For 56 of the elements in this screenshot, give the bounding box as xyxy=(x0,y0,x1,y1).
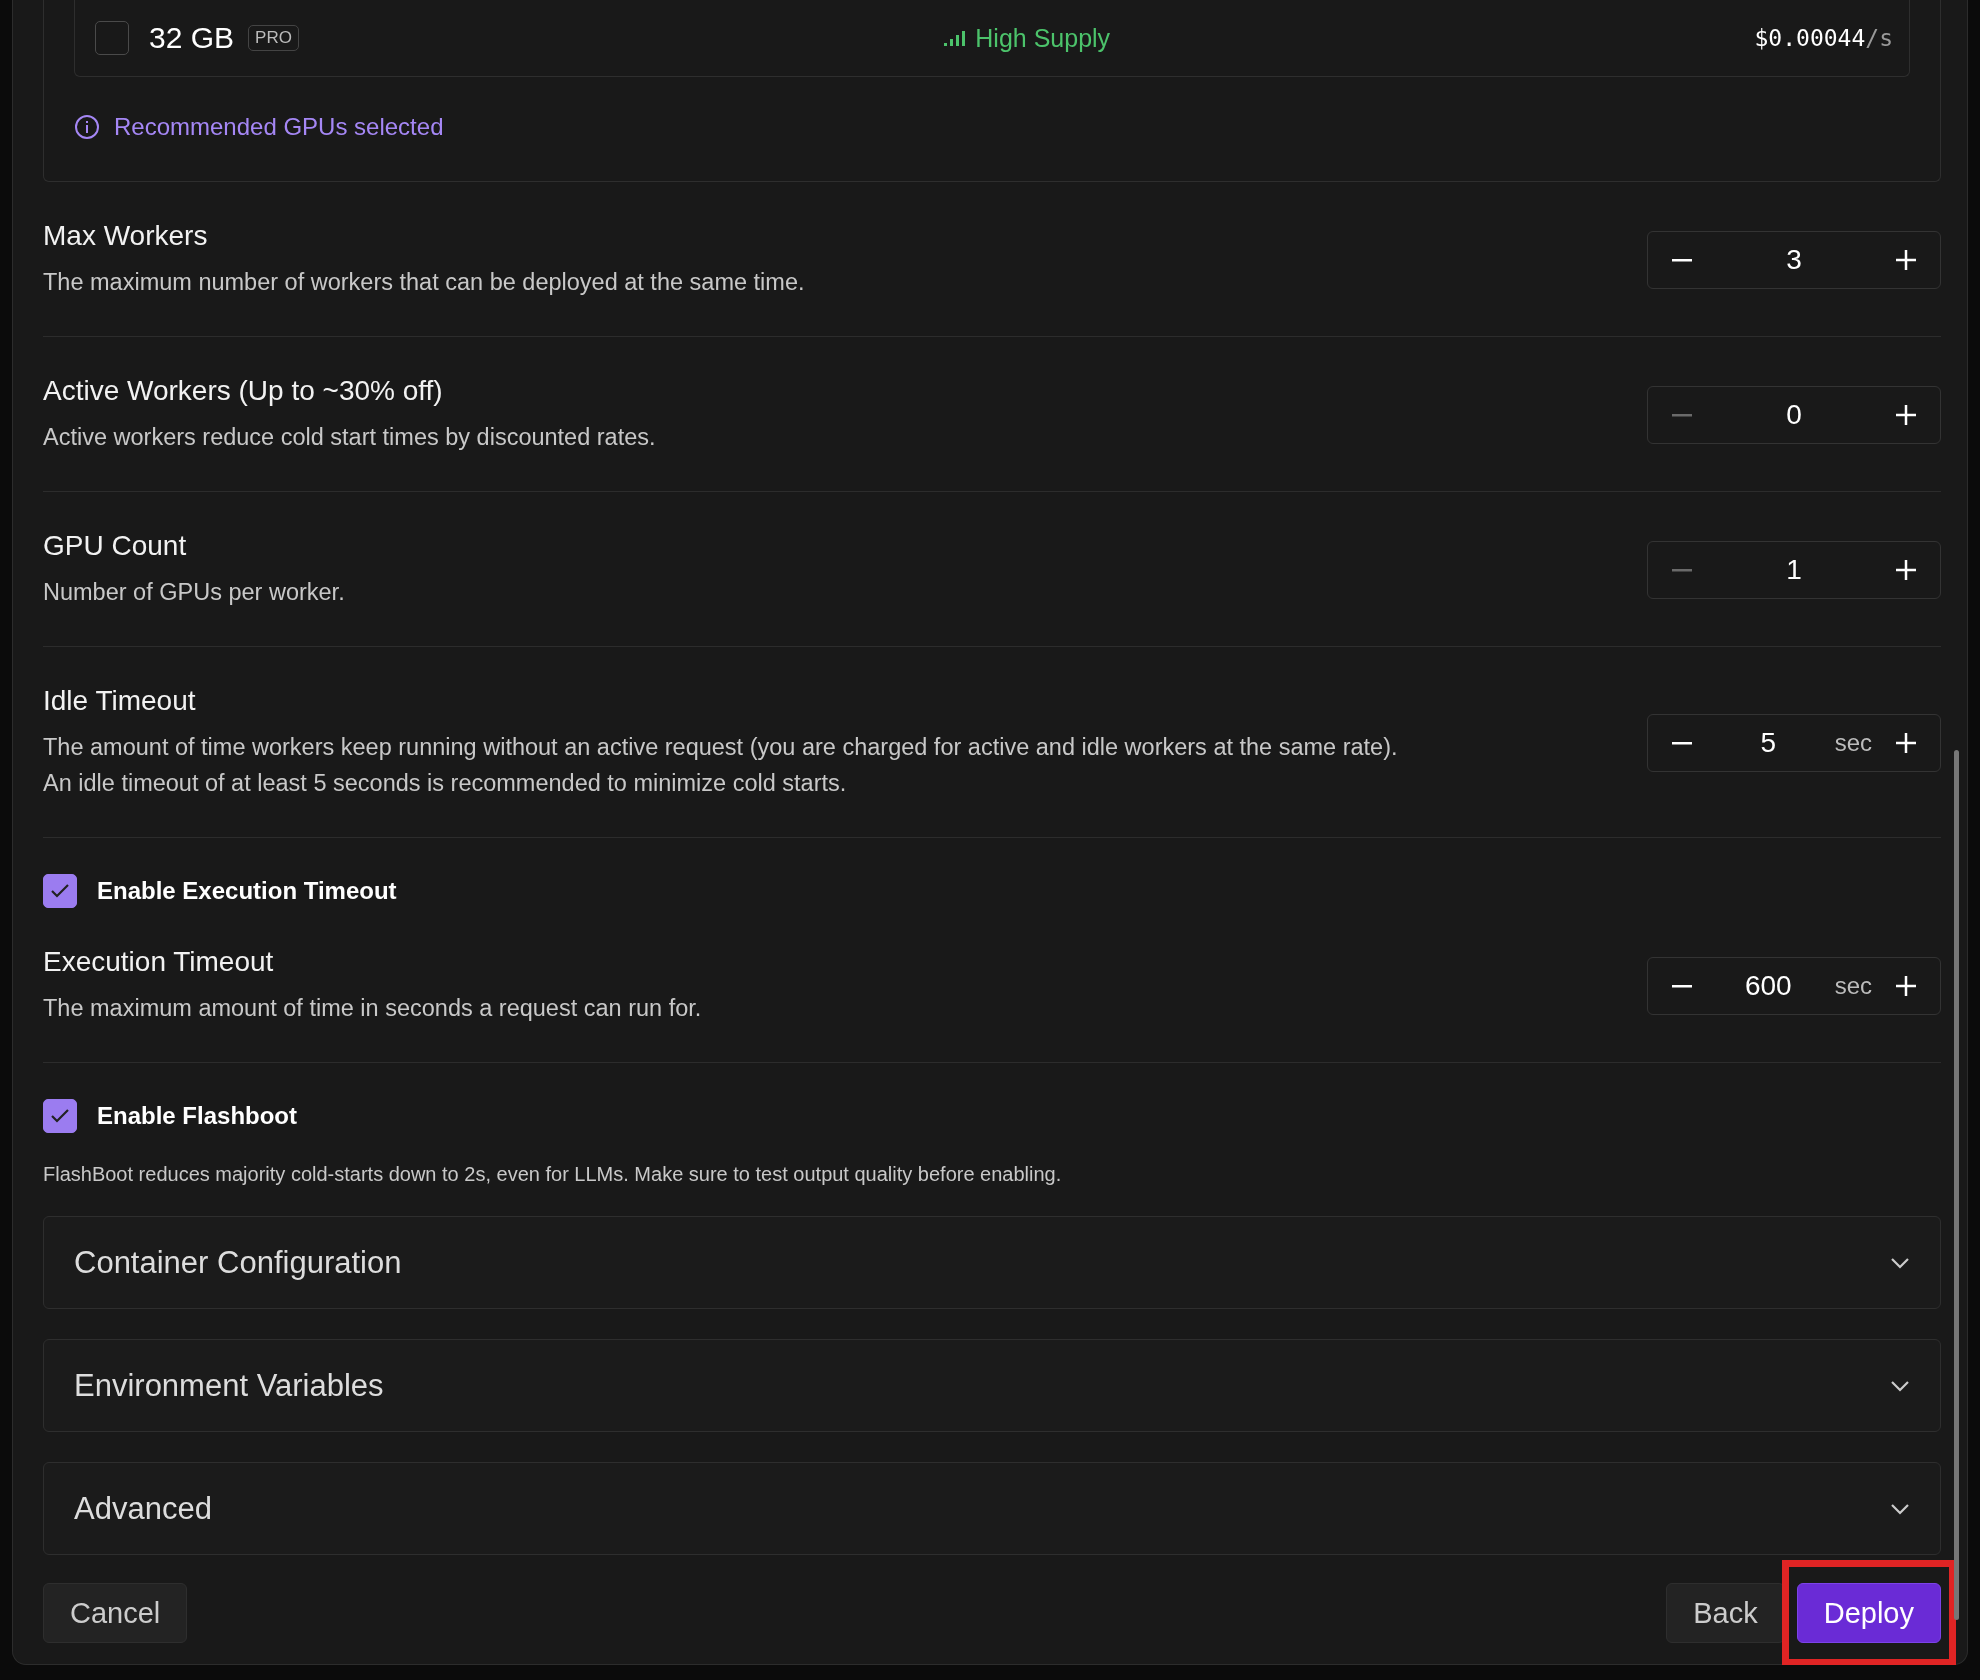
price-unit: /s xyxy=(1865,25,1893,51)
deploy-button[interactable]: Deploy xyxy=(1796,1583,1941,1643)
gpu-memory: 32 GB xyxy=(149,21,235,55)
signal-bars-icon xyxy=(943,29,966,47)
accordion-header[interactable]: Container Configuration xyxy=(43,1216,1941,1309)
setting-title: GPU Count xyxy=(43,530,188,562)
minus-icon xyxy=(1672,413,1692,417)
tier-badge: PRO xyxy=(248,25,299,51)
minus-icon xyxy=(1672,258,1692,262)
setting-description: Number of GPUs per worker. xyxy=(43,578,345,607)
stepper-value: 5 xyxy=(1759,727,1778,759)
supply-status: High Supply xyxy=(975,23,1111,53)
stepper-value: 600 xyxy=(1743,970,1793,1002)
unit-label: sec xyxy=(1834,729,1872,757)
setting-description: The maximum amount of time in seconds a request can run for. xyxy=(43,994,702,1023)
setting-title: Idle Timeout xyxy=(43,685,197,717)
recommendation-note: Recommended GPUs selected xyxy=(114,113,444,141)
plus-icon xyxy=(1896,560,1916,580)
plus-icon xyxy=(1896,976,1916,996)
checkmark-icon xyxy=(50,883,70,899)
info-icon xyxy=(74,114,100,140)
plus-icon xyxy=(1896,405,1916,425)
setting-description: The amount of time workers keep running without an active request (you are charged for active and idle workers at the same rate). An idle timeout of at least 5 seconds is recommended to minimize cold starts. xyxy=(43,733,1398,798)
setting-title: Active Workers (Up to ~30% off) xyxy=(43,375,444,407)
number-stepper[interactable]: 600 sec xyxy=(1647,957,1941,1015)
unit-label: sec xyxy=(1834,972,1872,1000)
number-stepper[interactable]: 3 xyxy=(1647,231,1941,289)
checkmark-icon xyxy=(50,1108,70,1124)
setting-description: Active workers reduce cold start times by discounted rates. xyxy=(43,423,656,452)
minus-icon xyxy=(1672,568,1692,572)
setting-title: Execution Timeout xyxy=(43,946,275,978)
accordion-header[interactable]: Advanced xyxy=(43,1462,1941,1555)
footer-button[interactable]: Cancel xyxy=(43,1583,188,1643)
accordion-header[interactable]: Environment Variables xyxy=(43,1339,1941,1432)
minus-icon xyxy=(1672,984,1692,988)
checkbox[interactable] xyxy=(43,1099,77,1133)
setting-title: Max Workers xyxy=(43,220,209,252)
plus-icon xyxy=(1896,733,1916,753)
checkbox[interactable] xyxy=(95,21,129,55)
minus-icon xyxy=(1672,741,1692,745)
scrollbar-thumb[interactable] xyxy=(1954,750,1959,1620)
number-stepper[interactable]: 5 sec xyxy=(1647,714,1941,772)
checkbox[interactable] xyxy=(43,874,77,908)
gpu-price: $0.00044 xyxy=(1754,25,1866,51)
gpu-option-row[interactable]: 32 GB PRO High Supply $0.00044/s xyxy=(74,0,1910,77)
stepper-value: 1 xyxy=(1785,554,1803,586)
plus-icon xyxy=(1896,250,1916,270)
flashboot-note: FlashBoot reduces majority cold-starts down to 2s, even for LLMs. Make sure to test output quality before enabling. xyxy=(43,1163,1063,1186)
number-stepper[interactable]: 1 xyxy=(1647,541,1941,599)
number-stepper[interactable]: 0 xyxy=(1647,386,1941,444)
footer-button[interactable]: Back xyxy=(1666,1583,1785,1643)
stepper-value: 3 xyxy=(1785,244,1803,276)
checkbox-label: Enable Execution Timeout xyxy=(97,877,397,905)
checkbox-label: Enable Flashboot xyxy=(97,1102,297,1130)
stepper-value: 0 xyxy=(1785,399,1803,431)
setting-description: The maximum number of workers that can be deployed at the same time. xyxy=(43,268,805,297)
